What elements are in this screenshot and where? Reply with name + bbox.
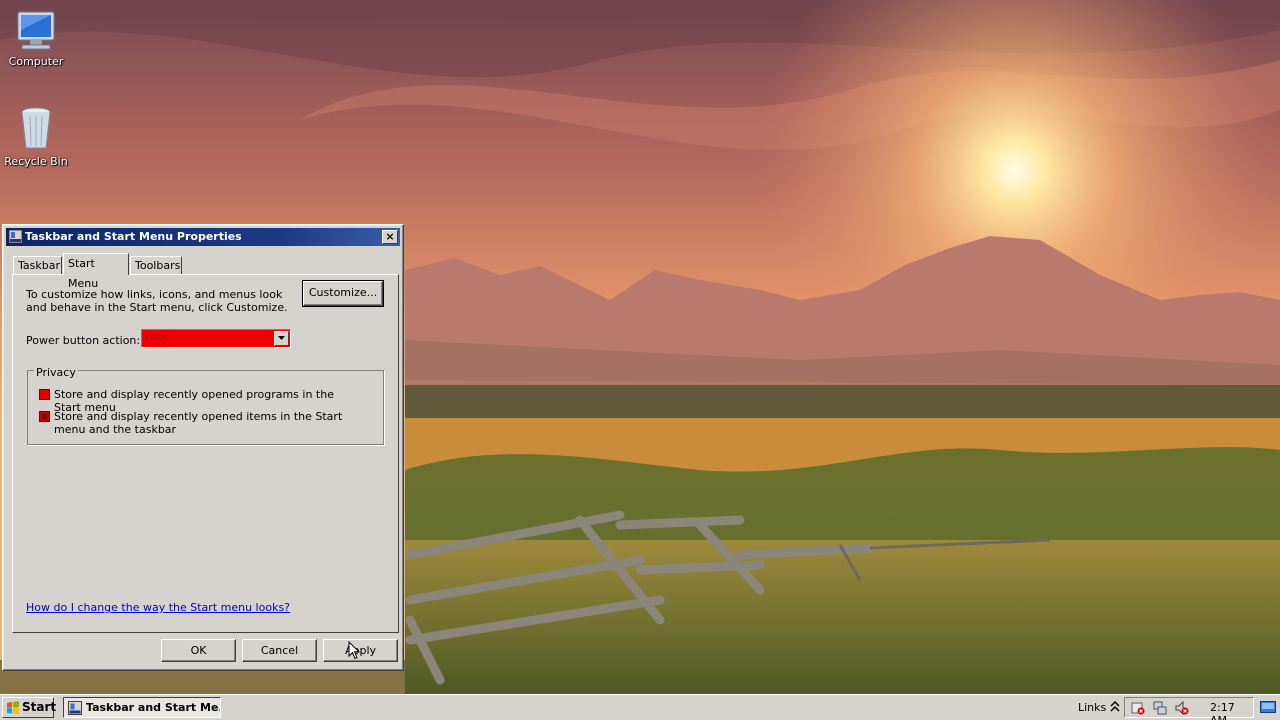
taskbar-item-properties[interactable]: Taskbar and Start Me... [63,697,221,718]
tab-label: Toolbars [135,259,181,272]
power-button-action-label: Power button action: [26,334,141,347]
apply-button[interactable]: Apply [323,639,398,662]
recent-items-checkbox[interactable] [39,411,50,422]
recycle-bin-icon [21,107,51,149]
power-button-action-select[interactable]: Lock [141,329,291,348]
links-toolbar-label[interactable]: Links [1078,701,1106,714]
volume-muted-icon[interactable] [1175,701,1189,715]
start-label: Start [22,700,57,714]
start-button[interactable]: Start [2,697,57,718]
desktop-icon-computer[interactable]: Computer [0,10,72,68]
dialog-title: Taskbar and Start Menu Properties [25,230,242,243]
customize-button[interactable]: Customize... [302,280,384,307]
recent-programs-checkbox[interactable] [39,389,50,400]
taskbar: Start Taskbar and Start Me... Links 2:17… [0,694,1280,720]
taskbar-start-menu-properties-dialog: Taskbar and Start Menu Properties × Task… [2,224,404,671]
cancel-button[interactable]: Cancel [242,639,317,662]
desktop-icon-recycle-bin[interactable]: Recycle Bin [0,106,72,168]
customize-description: To customize how links, icons, and menus… [26,288,288,314]
taskbar-properties-icon [68,701,82,715]
windows-flag-icon [7,701,19,714]
dialog-title-bar[interactable]: Taskbar and Start Menu Properties × [6,228,400,246]
tab-label: Taskbar [18,259,60,272]
recent-items-label[interactable]: Store and display recently opened items … [54,410,364,436]
notification-area: 2:17 AM [1124,697,1254,720]
tab-start-menu[interactable]: Start Menu [63,253,129,290]
start-menu-help-link[interactable]: How do I change the way the Start menu l… [26,601,290,614]
show-desktop-icon[interactable] [1260,701,1276,714]
close-button[interactable]: × [382,230,398,244]
show-hidden-icons-icon[interactable] [1110,700,1120,714]
ok-button[interactable]: OK [161,639,236,662]
taskbar-clock[interactable]: 2:17 AM [1210,701,1253,720]
taskbar-item-label: Taskbar and Start Me... [86,701,221,714]
security-alert-icon[interactable] [1131,701,1145,715]
privacy-group-label: Privacy [34,366,78,379]
tab-panel-start-menu [12,274,399,633]
taskbar-properties-icon [9,230,22,243]
network-icon[interactable] [1153,701,1167,715]
chevron-down-icon [278,336,285,340]
computer-icon [17,11,55,50]
tab-toolbars[interactable]: Toolbars [130,256,182,274]
tab-taskbar[interactable]: Taskbar [13,256,62,274]
close-icon: × [385,230,395,243]
power-button-action-value: Lock [145,332,168,343]
mouse-cursor-icon [348,641,360,660]
desktop-icon-label: Computer [8,55,64,68]
dropdown-arrow-button[interactable] [274,331,289,346]
desktop-icon-label: Recycle Bin [4,155,68,168]
tab-label: Start Menu [68,257,99,290]
